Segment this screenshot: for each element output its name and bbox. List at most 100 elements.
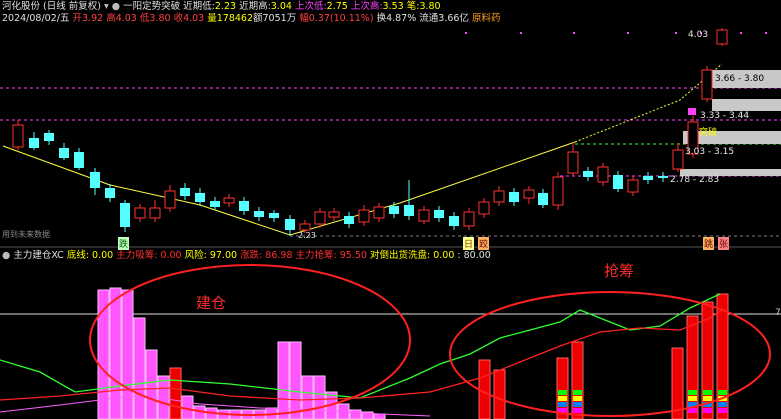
candle-body [597,166,609,183]
top-price-label: 4.03 [688,30,709,40]
indicator-bar [301,375,314,419]
build-annotation: 建仓 [196,294,227,312]
chart-canvas[interactable] [0,0,781,419]
indicator-bar [373,413,386,419]
candle-body [299,223,311,231]
indicator-item-5: 对倒出货洗盘: 0.00 [369,250,455,261]
indicator-bar [133,317,146,419]
candle-body [701,69,713,100]
candle-body [210,201,220,207]
circle-dot-icon: ● [2,250,11,261]
candle-body [223,197,235,204]
indicator-item-4: 主力抢筹: 95.50 [295,250,367,261]
bar-segment [688,390,697,395]
candle-body [583,171,593,177]
candle-body [523,189,535,199]
candle-body [105,188,115,198]
candle-body [449,216,459,226]
future-data-note: 用到未来数据 [2,230,50,239]
indicator-bar [571,341,584,419]
indicator-item-0: 底线: 0.00 [66,250,114,261]
candle-body [90,172,100,188]
candle-body [672,149,684,170]
indicator-item-6: : 80.00 [457,250,491,261]
zone-2-label: 3.33 - 3.44 [700,111,750,121]
low-point-label: 2.23 [298,231,316,240]
bar-segment [703,396,712,401]
candle-body [239,201,249,211]
candle-body [180,188,190,196]
badge-tiao: 跳 [703,237,715,250]
indicator-bar [349,409,362,419]
indicator-bars [97,287,729,419]
bar-segment [573,408,582,413]
breakout-marker [688,108,696,115]
indicator-bar [493,369,506,419]
candle-body [59,148,69,158]
badge-zhang: 张 [718,237,730,250]
zone-3-label: 3.03 - 3.15 [685,147,735,157]
candle-body [404,205,414,216]
candle-body [434,210,444,218]
candle-body [164,190,176,209]
indicator-bar [109,287,122,419]
candle-body [643,176,653,180]
candle-body [389,206,399,214]
candle-body [373,206,385,219]
indicator-bar [169,367,182,419]
bar-segment [558,390,567,395]
bar-segment [558,396,567,401]
bar-segment [703,408,712,413]
candle-body [493,190,505,203]
indicator-header: ● 主力建仓XC 底线: 0.00 主力吸筹: 0.00 风险: 97.00 涨… [2,250,491,262]
candle-body [285,219,295,230]
bar-segment [718,390,727,395]
badge-die: 跌 [118,237,130,250]
bar-segment [703,390,712,395]
bar-segment [718,408,727,413]
indicator-bar [121,289,134,419]
candle-body [627,179,639,193]
zone-1-label: 3.66 - 3.80 [715,74,765,84]
indicator-bar [289,341,302,419]
candle-body [613,175,623,189]
candle-body [358,209,370,223]
candle-body [716,29,728,45]
bar-segment [573,390,582,395]
candle-body [538,193,548,205]
candle-body [509,192,519,202]
candle-body [120,203,130,227]
badge-ri: 日 [463,237,475,250]
candlestick-series [12,28,728,236]
candle-body [254,211,264,217]
bar-segment [558,402,567,407]
candle-body [149,207,161,219]
indicator-bar [277,341,290,419]
candle-body [12,124,24,148]
breakout-label: 突破 [699,128,718,138]
bar-segment [573,396,582,401]
indicator-item-3: 涨跌: 86.98 [240,250,293,261]
candle-body [269,213,279,218]
candle-body [567,151,579,174]
bar-segment [573,402,582,407]
indicator-bar [671,347,684,419]
candle-body [29,138,39,148]
indicator-title[interactable]: 主力建仓XC [13,250,63,261]
indicator-item-2: 风险: 97.00 [184,250,238,261]
candle-body [134,207,146,219]
right-edge-value: 7 [775,308,781,318]
bar-segment [718,402,727,407]
candle-body [195,193,205,202]
indicator-item-1: 主力吸筹: 0.00 [116,250,182,261]
candle-body [463,211,475,227]
bar-segment [688,396,697,401]
indicator-bar [313,375,326,419]
candle-body [478,201,490,215]
candle-body [658,176,668,178]
candle-body [328,211,340,218]
candle-body [74,152,84,168]
candle-body [344,216,354,224]
candle-body [314,211,326,225]
candle-body [552,176,564,206]
